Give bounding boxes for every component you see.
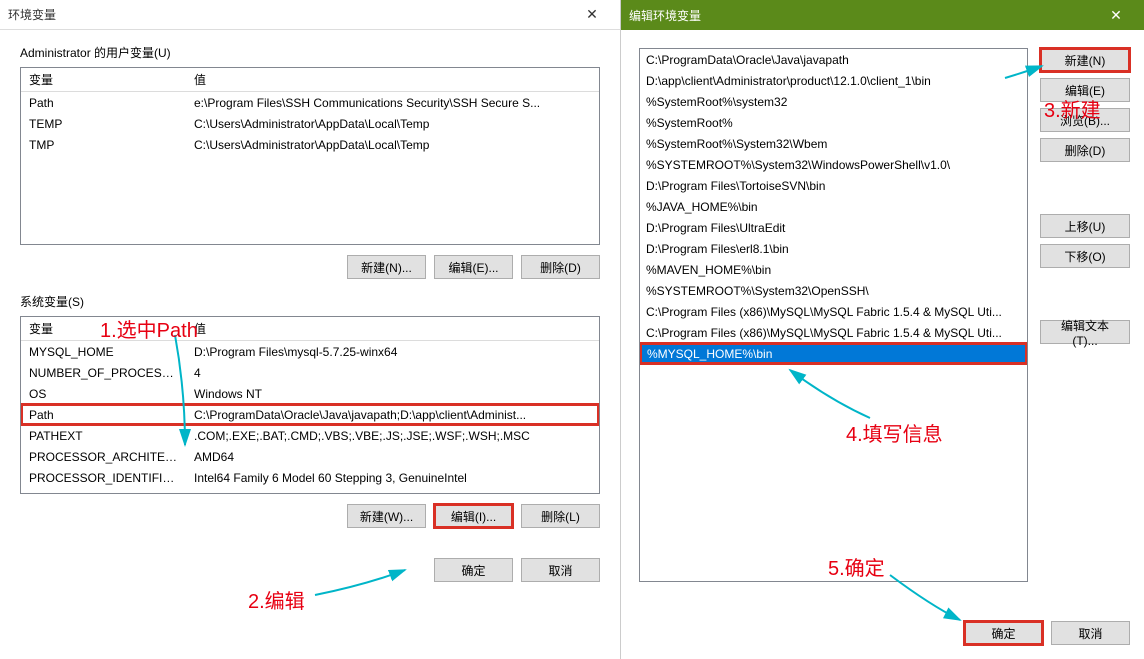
list-item[interactable]: %MAVEN_HOME%\bin — [640, 259, 1027, 280]
move-down-button[interactable]: 下移(O) — [1040, 244, 1130, 268]
col-val: 值 — [186, 320, 599, 337]
list-item[interactable]: D:\app\client\Administrator\product\12.1… — [640, 70, 1027, 91]
cell-val: AMD64 — [186, 450, 599, 464]
list-item[interactable]: %SystemRoot%\system32 — [640, 91, 1027, 112]
browse-button[interactable]: 浏览(B)... — [1040, 108, 1130, 132]
col-var: 变量 — [21, 71, 186, 88]
list-item[interactable]: %SystemRoot%\System32\Wbem — [640, 133, 1027, 154]
window-title: 编辑环境变量 — [629, 7, 701, 24]
ok-button[interactable]: 确定 — [964, 621, 1043, 645]
list-item[interactable]: D:\Program Files\TortoiseSVN\bin — [640, 175, 1027, 196]
cell-var: Path — [21, 408, 186, 422]
col-var: 变量 — [21, 320, 186, 337]
cancel-button[interactable]: 取消 — [1051, 621, 1130, 645]
table-row[interactable]: PROCESSOR_IDENTIFIERIntel64 Family 6 Mod… — [21, 467, 599, 488]
cell-val: Intel64 Family 6 Model 60 Stepping 3, Ge… — [186, 471, 599, 485]
cell-val: C:\Users\Administrator\AppData\Local\Tem… — [186, 117, 599, 131]
cell-val: C:\ProgramData\Oracle\Java\javapath;D:\a… — [186, 408, 599, 422]
list-item[interactable]: %JAVA_HOME%\bin — [640, 196, 1027, 217]
cell-var: PROCESSOR_IDENTIFIER — [21, 471, 186, 485]
cell-val: .COM;.EXE;.BAT;.CMD;.VBS;.VBE;.JS;.JSE;.… — [186, 429, 599, 443]
cell-var: MYSQL_HOME — [21, 345, 186, 359]
cell-var: NUMBER_OF_PROCESSORS — [21, 366, 186, 380]
edit-env-var-dialog: 编辑环境变量 ✕ C:\ProgramData\Oracle\Java\java… — [621, 0, 1144, 659]
table-row[interactable]: MYSQL_HOMED:\Program Files\mysql-5.7.25-… — [21, 341, 599, 362]
cell-var: OS — [21, 387, 186, 401]
edit-button[interactable]: 编辑(E) — [1040, 78, 1130, 102]
user-edit-button[interactable]: 编辑(E)... — [434, 255, 513, 279]
list-item[interactable]: C:\Program Files (x86)\MySQL\MySQL Fabri… — [640, 301, 1027, 322]
sys-edit-button[interactable]: 编辑(I)... — [434, 504, 513, 528]
cancel-button[interactable]: 取消 — [521, 558, 600, 582]
list-item[interactable]: %SYSTEMROOT%\System32\WindowsPowerShell\… — [640, 154, 1027, 175]
list-item[interactable]: D:\Program Files\erl8.1\bin — [640, 238, 1027, 259]
close-icon[interactable]: ✕ — [1096, 7, 1136, 24]
list-item[interactable]: D:\Program Files\UltraEdit — [640, 217, 1027, 238]
table-row[interactable]: PROCESSOR_ARCHITECTUREAMD64 — [21, 446, 599, 467]
user-vars-grid[interactable]: 变量 值 Pathe:\Program Files\SSH Communicat… — [20, 67, 600, 245]
sys-delete-button[interactable]: 删除(L) — [521, 504, 600, 528]
cell-var: TEMP — [21, 117, 186, 131]
col-val: 值 — [186, 71, 599, 88]
grid-header: 变量 值 — [21, 317, 599, 341]
cell-val: D:\Program Files\mysql-5.7.25-winx64 — [186, 345, 599, 359]
table-row[interactable]: Pathe:\Program Files\SSH Communications … — [21, 92, 599, 113]
env-vars-dialog: 环境变量 ✕ Administrator 的用户变量(U) 变量 值 Pathe… — [0, 0, 621, 659]
cell-var: TMP — [21, 138, 186, 152]
cell-var: PATHEXT — [21, 429, 186, 443]
path-list[interactable]: C:\ProgramData\Oracle\Java\javapathD:\ap… — [639, 48, 1028, 582]
titlebar-left: 环境变量 ✕ — [0, 0, 620, 30]
ok-button[interactable]: 确定 — [434, 558, 513, 582]
delete-button[interactable]: 删除(D) — [1040, 138, 1130, 162]
grid-header: 变量 值 — [21, 68, 599, 92]
cell-val: Windows NT — [186, 387, 599, 401]
close-icon[interactable]: ✕ — [572, 6, 612, 23]
user-vars-label: Administrator 的用户变量(U) — [20, 44, 600, 61]
table-row[interactable]: TMPC:\Users\Administrator\AppData\Local\… — [21, 134, 599, 155]
list-item[interactable]: C:\Program Files (x86)\MySQL\MySQL Fabri… — [640, 322, 1027, 343]
edit-text-button[interactable]: 编辑文本(T)... — [1040, 320, 1130, 344]
table-row[interactable]: TEMPC:\Users\Administrator\AppData\Local… — [21, 113, 599, 134]
cell-val: 4 — [186, 366, 599, 380]
cell-val: e:\Program Files\SSH Communications Secu… — [186, 96, 599, 110]
table-row[interactable]: PATHEXT.COM;.EXE;.BAT;.CMD;.VBS;.VBE;.JS… — [21, 425, 599, 446]
list-item[interactable]: C:\ProgramData\Oracle\Java\javapath — [640, 49, 1027, 70]
user-delete-button[interactable]: 删除(D) — [521, 255, 600, 279]
window-title: 环境变量 — [8, 6, 56, 23]
new-button[interactable]: 新建(N) — [1040, 48, 1130, 72]
sys-vars-label: 系统变量(S) — [20, 293, 600, 310]
move-up-button[interactable]: 上移(U) — [1040, 214, 1130, 238]
cell-val: C:\Users\Administrator\AppData\Local\Tem… — [186, 138, 599, 152]
cell-var: PROCESSOR_ARCHITECTURE — [21, 450, 186, 464]
list-item[interactable]: %SystemRoot% — [640, 112, 1027, 133]
list-item[interactable]: %SYSTEMROOT%\System32\OpenSSH\ — [640, 280, 1027, 301]
list-item[interactable]: %MYSQL_HOME%\bin — [640, 343, 1027, 364]
sys-vars-grid[interactable]: 变量 值 MYSQL_HOMED:\Program Files\mysql-5.… — [20, 316, 600, 494]
table-row[interactable]: NUMBER_OF_PROCESSORS4 — [21, 362, 599, 383]
table-row[interactable]: PathC:\ProgramData\Oracle\Java\javapath;… — [21, 404, 599, 425]
titlebar-right: 编辑环境变量 ✕ — [621, 0, 1144, 30]
sys-new-button[interactable]: 新建(W)... — [347, 504, 426, 528]
user-new-button[interactable]: 新建(N)... — [347, 255, 426, 279]
cell-var: Path — [21, 96, 186, 110]
table-row[interactable]: OSWindows NT — [21, 383, 599, 404]
